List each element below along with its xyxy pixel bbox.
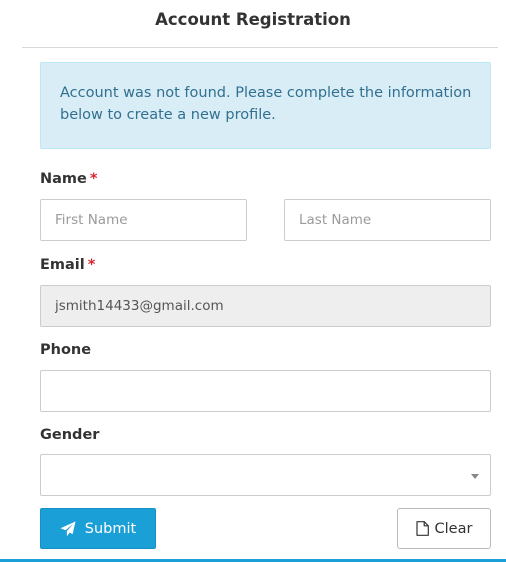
name-label-text: Name bbox=[40, 171, 87, 187]
submit-button[interactable]: Submit bbox=[40, 508, 156, 549]
email-label: Email * bbox=[40, 257, 95, 273]
phone-input[interactable] bbox=[40, 370, 491, 412]
first-name-input[interactable] bbox=[40, 199, 247, 241]
page-header: Account Registration bbox=[0, 0, 506, 38]
email-input[interactable] bbox=[40, 285, 491, 327]
header-divider bbox=[22, 47, 498, 48]
file-icon bbox=[415, 521, 429, 536]
clear-button-label: Clear bbox=[434, 520, 473, 537]
gender-select[interactable] bbox=[40, 454, 491, 496]
email-label-text: Email bbox=[40, 257, 85, 273]
last-name-input[interactable] bbox=[284, 199, 491, 241]
clear-button[interactable]: Clear bbox=[397, 508, 491, 549]
phone-label: Phone bbox=[40, 342, 92, 358]
page-title: Account Registration bbox=[155, 9, 351, 29]
submit-button-label: Submit bbox=[84, 520, 137, 537]
gender-label: Gender bbox=[40, 427, 100, 443]
name-label: Name * bbox=[40, 171, 97, 187]
required-mark: * bbox=[89, 171, 98, 187]
caret-down-icon bbox=[471, 474, 479, 479]
required-mark: * bbox=[87, 257, 96, 273]
paper-plane-icon bbox=[60, 521, 76, 536]
info-alert: Account was not found. Please complete t… bbox=[40, 62, 491, 149]
